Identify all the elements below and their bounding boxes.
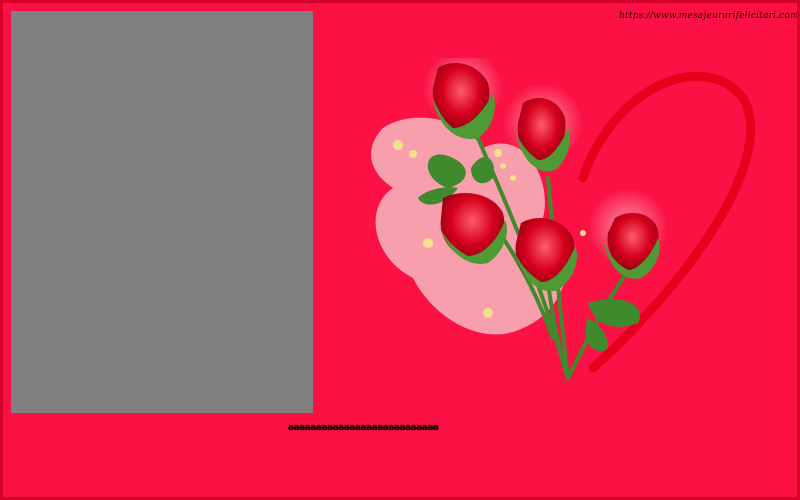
website-watermark: https://www.mesajeurarifelicitari.com — [619, 11, 799, 21]
greeting-card: https://www.mesajeurarifelicitari.com aa… — [0, 0, 800, 500]
message-text[interactable]: aaaaaaaaaaaaaaaaaaaaaaaaaaa — [288, 423, 439, 433]
roses-heart-illustration — [371, 58, 756, 380]
photo-placeholder[interactable] — [11, 11, 313, 413]
